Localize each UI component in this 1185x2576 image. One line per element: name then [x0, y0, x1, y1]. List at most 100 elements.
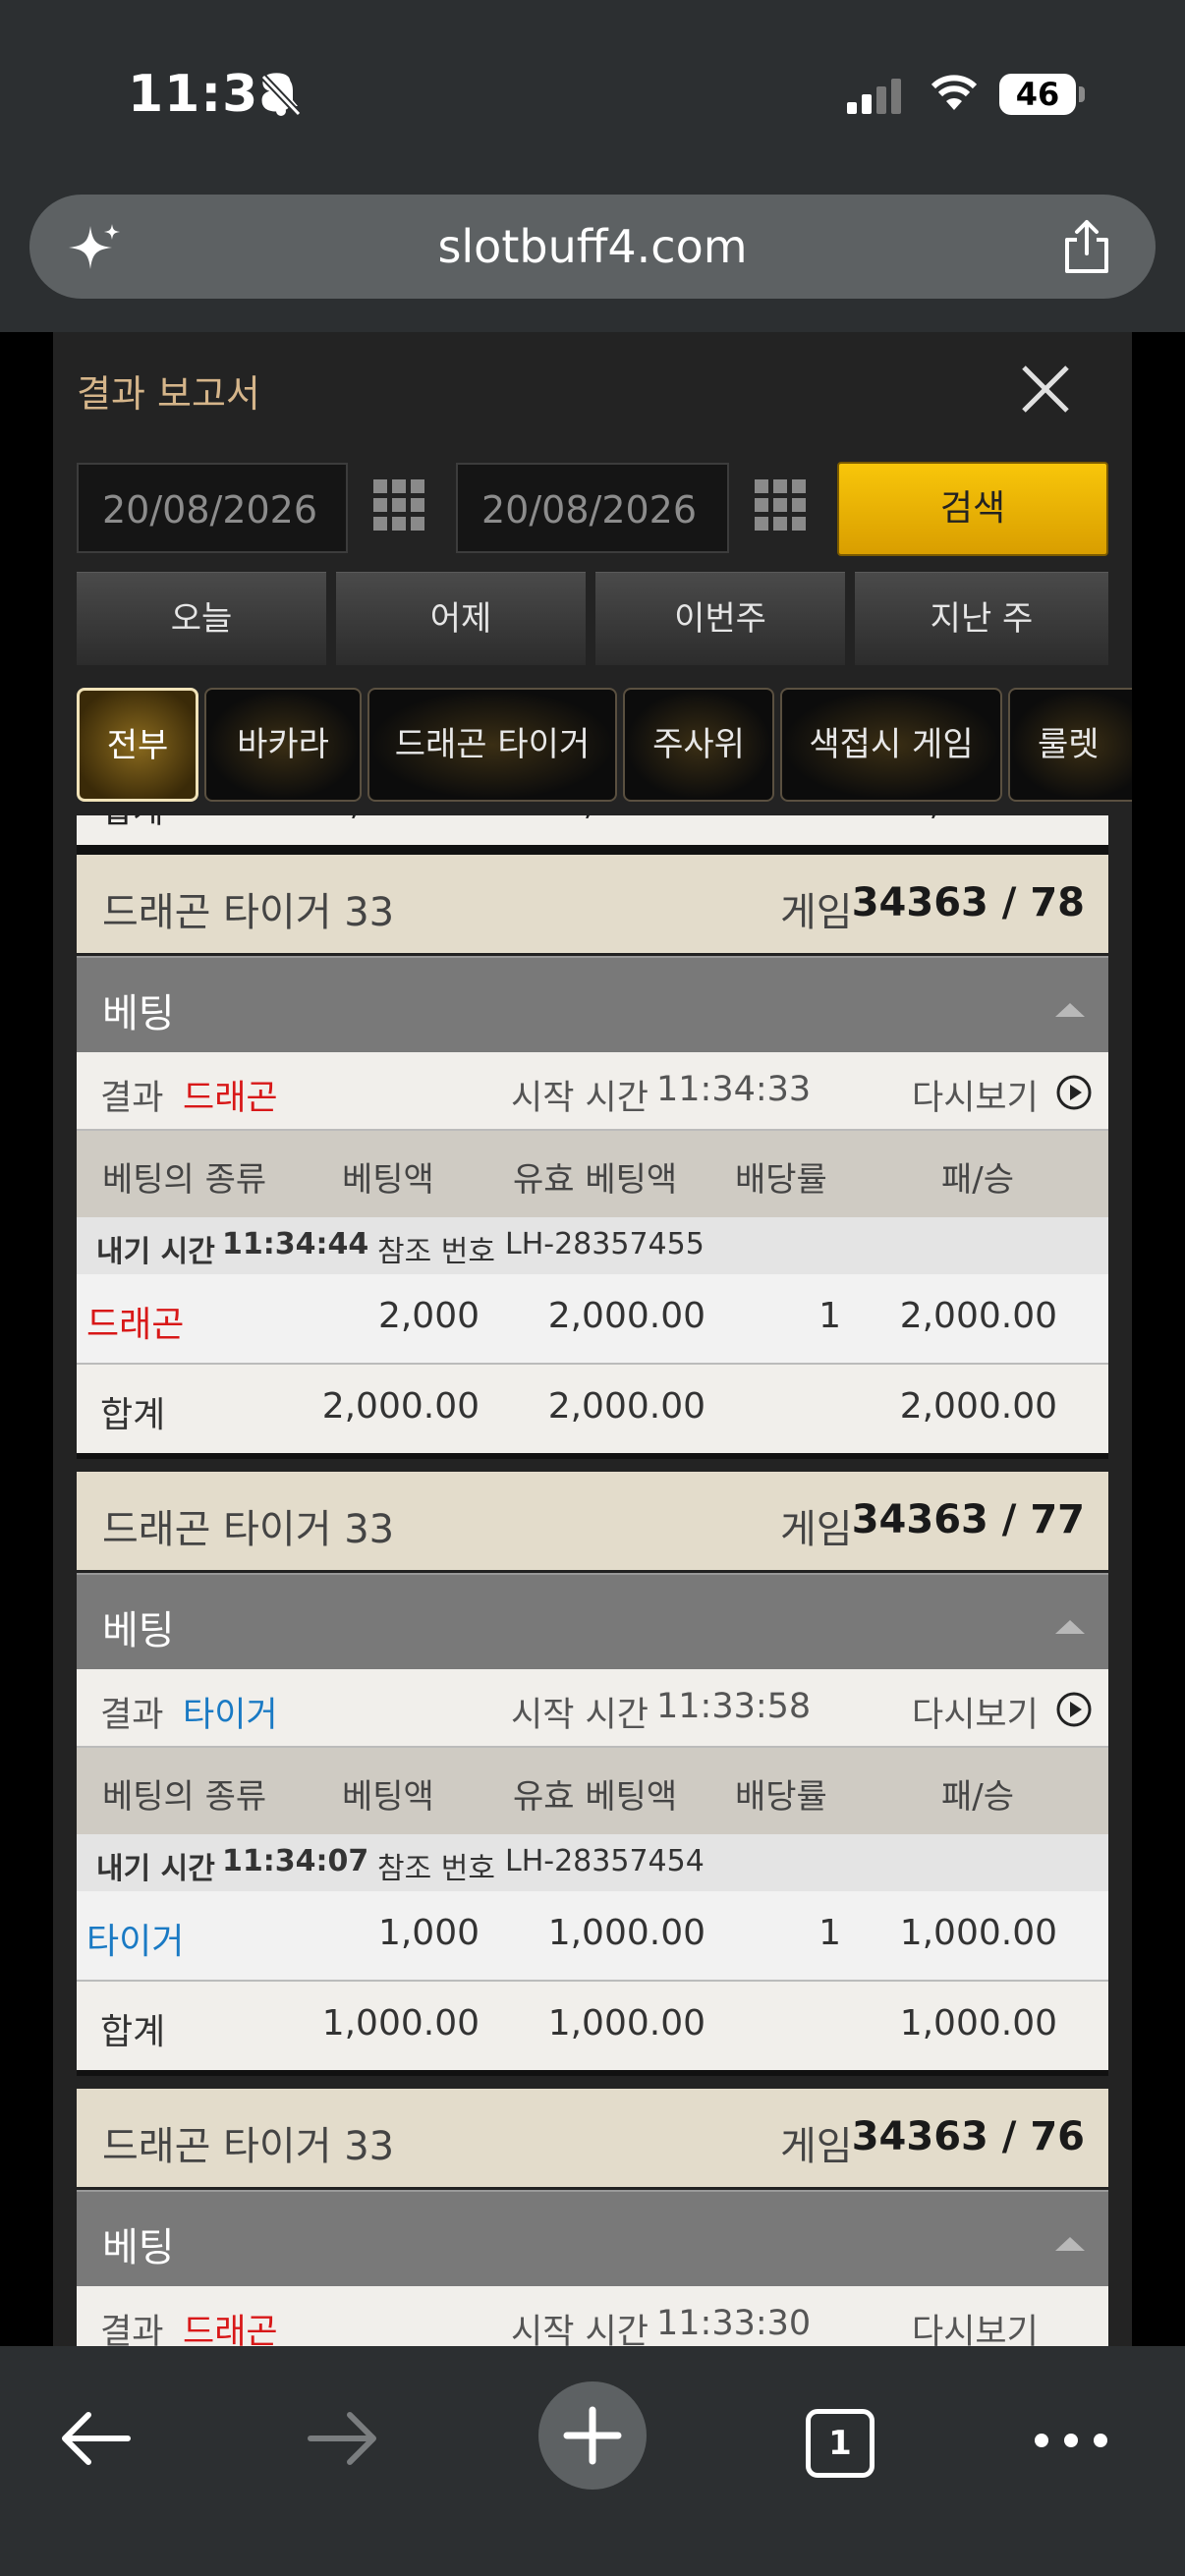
total-label: 합계: [100, 1395, 166, 1435]
start-time-label: 시작 시간: [511, 2313, 649, 2346]
game-title: 드래곤 타이거 33: [102, 1507, 395, 1552]
result-list[interactable]: 합계 3,000.00 3,000.00 3,000.00 드래곤 타이거 33…: [77, 815, 1108, 2346]
bet-type: 드래곤: [86, 1305, 185, 1345]
result-value: 타이거: [183, 1696, 278, 1735]
bet-type: 타이거: [86, 1922, 185, 1962]
tabs-count-button[interactable]: 1: [806, 2409, 875, 2478]
total-amount: 3,000.00: [328, 815, 477, 823]
period-this-week-button[interactable]: 이번주: [595, 572, 845, 665]
tab-roulette[interactable]: 룰렛: [1008, 688, 1132, 802]
plus-icon: [563, 2406, 622, 2465]
col-winloss: 패/승: [941, 1160, 1015, 1200]
previous-total-row: 합계 3,000.00 3,000.00 3,000.00: [77, 815, 1108, 845]
ref-value: LH-28357455: [505, 1227, 705, 1261]
betting-label: 베팅: [102, 991, 175, 1036]
game-filter-tabs: 전부 바카라 드래곤 타이거 주사위 색접시 게임 룰렛: [77, 688, 1132, 810]
battery-cap: [1079, 86, 1085, 102]
page-margin-right: [1132, 332, 1185, 2346]
bet-time-label: 내기 시간: [96, 1235, 215, 1269]
game-label: 게임: [780, 1507, 853, 1552]
game-label: 게임: [780, 2124, 853, 2169]
ref-value: LH-28357454: [505, 1844, 705, 1878]
game-number: 34363 / 78: [851, 880, 1085, 925]
tab-baccarat[interactable]: 바카라: [204, 688, 362, 802]
new-tab-button[interactable]: [538, 2381, 647, 2490]
bet-time-value: 11:34:07: [222, 1844, 369, 1878]
period-last-week-button[interactable]: 지난 주: [855, 572, 1108, 665]
bell-muted-icon: [260, 74, 302, 117]
total-row: 합계 1,000.00 1,000.00 1,000.00: [77, 1982, 1108, 2076]
betting-section-header[interactable]: 베팅: [77, 1573, 1108, 1671]
result-value: 드래곤: [183, 1079, 278, 1118]
bet-row: 드래곤 2,000 2,000.00 1 2,000.00: [77, 1274, 1108, 1365]
bet-row: 타이거 1,000 1,000.00 1 1,000.00: [77, 1891, 1108, 1982]
betting-section-header[interactable]: 베팅: [77, 956, 1108, 1054]
total-valid: 1,000.00: [547, 2003, 705, 2044]
close-icon[interactable]: [1016, 360, 1075, 419]
bet-time-label: 내기 시간: [96, 1852, 215, 1886]
col-valid-bet: 유효 베팅액: [513, 1160, 678, 1200]
result-row: 결과 타이거 시작 시간 11:33:58 다시보기: [77, 1669, 1108, 1748]
valid-bet: 2,000.00: [547, 1296, 705, 1336]
bet-ref-row: 내기 시간 11:34:07 참조 번호 LH-28357454: [77, 1834, 1108, 1891]
date-from-input[interactable]: 20/08/2026: [77, 463, 348, 553]
tab-color-plate[interactable]: 색접시 게임: [780, 688, 1002, 802]
total-amount: 1,000.00: [321, 2003, 480, 2044]
ref-label: 참조 번호: [377, 1235, 495, 1269]
share-icon[interactable]: [1057, 216, 1116, 277]
game-number: 34363 / 76: [851, 2114, 1085, 2159]
modal-title: 결과 보고서: [77, 372, 260, 416]
total-winloss: 3,000.00: [908, 815, 1056, 823]
sparkle-icon[interactable]: [65, 220, 124, 279]
status-bar: 11:38 46: [0, 0, 1185, 187]
result-label: 결과: [100, 2313, 164, 2346]
valid-bet: 1,000.00: [547, 1913, 705, 1953]
calendar-grid-icon[interactable]: [753, 477, 808, 532]
replay-link[interactable]: 다시보기: [912, 2304, 1039, 2346]
result-label: 결과: [100, 1696, 164, 1735]
col-odds: 배당률: [735, 1777, 827, 1817]
play-icon[interactable]: [1055, 1074, 1093, 1111]
url-text[interactable]: slotbuff4.com: [29, 195, 1156, 299]
odds: 1: [818, 1913, 841, 1953]
battery-level: 46: [999, 74, 1076, 115]
date-to-input[interactable]: 20/08/2026: [456, 463, 729, 553]
play-icon[interactable]: [1055, 1691, 1093, 1728]
game-number: 34363 / 77: [851, 1497, 1085, 1542]
game-header: 드래곤 타이거 33 게임 34363 / 77: [77, 1472, 1108, 1573]
collapse-arrow-icon[interactable]: [1055, 1001, 1085, 1017]
result-row: 결과 드래곤 시작 시간 11:33:30 다시보기: [77, 2286, 1108, 2346]
total-winloss: 2,000.00: [899, 1386, 1057, 1427]
tab-dice[interactable]: 주사위: [623, 688, 774, 802]
collapse-arrow-icon[interactable]: [1055, 2235, 1085, 2251]
tab-dragon-tiger[interactable]: 드래곤 타이거: [367, 688, 617, 802]
winloss: 1,000.00: [899, 1913, 1057, 1953]
collapse-arrow-icon[interactable]: [1055, 1618, 1085, 1634]
back-arrow-icon[interactable]: [59, 2409, 132, 2468]
page-margin-left: [0, 332, 53, 2346]
tab-all[interactable]: 전부: [77, 688, 198, 802]
total-amount: 2,000.00: [321, 1386, 480, 1427]
bet-amount: 1,000: [377, 1913, 480, 1953]
start-time-label: 시작 시간: [511, 1079, 649, 1118]
address-bar[interactable]: slotbuff4.com: [29, 195, 1156, 299]
cellular-signal-icon: [847, 79, 901, 114]
game-header: 드래곤 타이거 33 게임 34363 / 78: [77, 855, 1108, 956]
replay-link[interactable]: 다시보기: [912, 1070, 1039, 1120]
browser-bottom-bar: 1: [0, 2346, 1185, 2576]
bet-ref-row: 내기 시간 11:34:44 참조 번호 LH-28357455: [77, 1217, 1108, 1274]
more-menu-icon[interactable]: [1032, 2429, 1110, 2452]
total-valid: 2,000.00: [547, 1386, 705, 1427]
betting-section-header[interactable]: 베팅: [77, 2190, 1108, 2288]
betting-label: 베팅: [102, 2225, 175, 2270]
bet-time-value: 11:34:44: [222, 1227, 369, 1261]
calendar-grid-icon[interactable]: [371, 477, 426, 532]
total-valid: 3,000.00: [562, 815, 710, 823]
column-header-row: 베팅의 종류 베팅액 유효 베팅액 배당률 패/승: [77, 1748, 1108, 1834]
forward-arrow-icon[interactable]: [307, 2409, 379, 2468]
period-today-button[interactable]: 오늘: [77, 572, 326, 665]
search-button[interactable]: 검색: [837, 462, 1108, 556]
replay-link[interactable]: 다시보기: [912, 1687, 1039, 1737]
column-header-row: 베팅의 종류 베팅액 유효 베팅액 배당률 패/승: [77, 1131, 1108, 1217]
period-yesterday-button[interactable]: 어제: [336, 572, 586, 665]
